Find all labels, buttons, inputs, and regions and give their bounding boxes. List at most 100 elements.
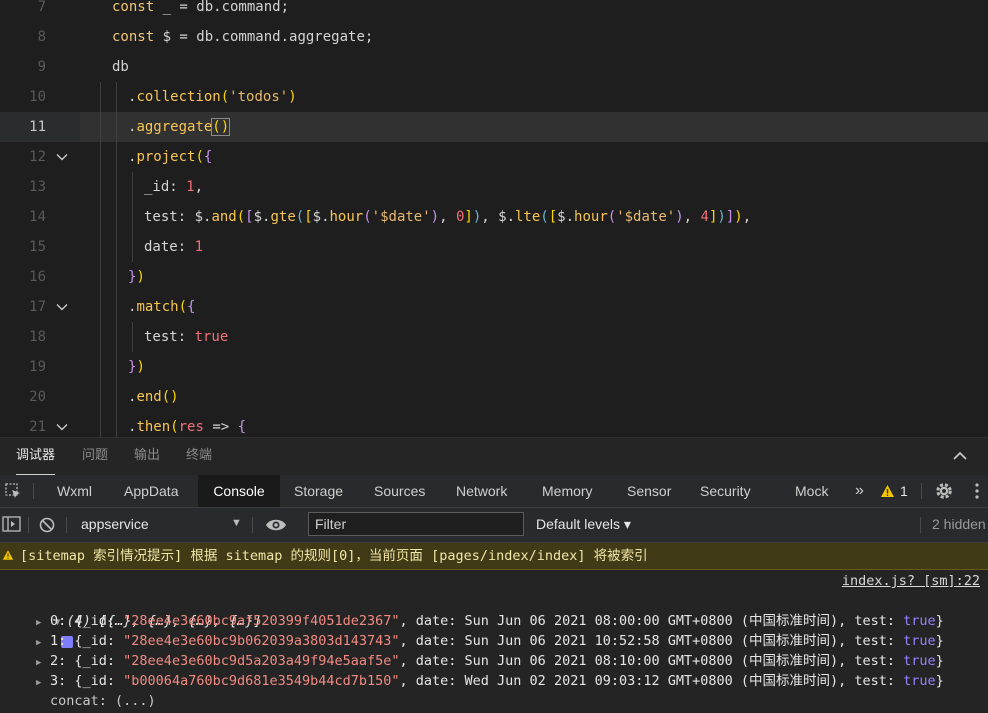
editor-line[interactable]: 12 .project({ bbox=[0, 142, 988, 172]
filter-input[interactable] bbox=[308, 512, 524, 536]
tab-memory[interactable]: Memory bbox=[542, 475, 593, 507]
editor-line[interactable]: 18 test: true bbox=[0, 322, 988, 352]
console-array-item[interactable]: ▶ 1: {_id: "28ee4e3e60bc9b062039a3803d143… bbox=[36, 631, 944, 651]
tab-problems[interactable]: 问题 bbox=[82, 438, 108, 474]
console-array-item[interactable]: ▶ 3: {_id: "b00064a760bc9d681e3549b44cd7b… bbox=[36, 671, 944, 691]
editor-line[interactable]: 19}) bbox=[0, 352, 988, 382]
context-label: appservice bbox=[81, 516, 149, 532]
code-text: }) bbox=[128, 359, 145, 375]
editor-line[interactable]: 14 test: $.and([$.gte([$.hour('$date'), 0… bbox=[0, 202, 988, 232]
indent-guide bbox=[116, 172, 117, 202]
code-editor[interactable]: 7 const _ = db.command; 8 const $ = db.comm… bbox=[0, 0, 988, 437]
eye-icon[interactable] bbox=[265, 517, 287, 536]
item-key: {_id: bbox=[74, 673, 124, 689]
tab-terminal[interactable]: 终端 bbox=[186, 438, 212, 474]
tab-security[interactable]: Security bbox=[700, 475, 751, 507]
toolbar-divider bbox=[33, 483, 34, 499]
line-number: 18 bbox=[29, 329, 46, 345]
log-levels-select[interactable]: Default levels ▾ bbox=[536, 516, 631, 533]
code-text: .project({ bbox=[128, 149, 213, 165]
indent-guide bbox=[132, 172, 133, 202]
tab-debugger[interactable]: 调试器 bbox=[16, 438, 56, 476]
console-array-item[interactable]: ▶ 0: {_id: "28ee4e3e60bc9af520399f4051de2… bbox=[36, 611, 944, 631]
warning-counter[interactable]: 1 bbox=[880, 481, 912, 501]
item-index: 1: bbox=[50, 633, 75, 649]
editor-line[interactable]: 21 .then(res => { bbox=[0, 412, 988, 437]
code-area: const _ = db.command; bbox=[80, 0, 988, 22]
fold-chevron-icon[interactable] bbox=[54, 292, 70, 322]
tab-appdata[interactable]: AppData bbox=[124, 475, 178, 507]
code-text: .match({ bbox=[128, 299, 196, 315]
editor-line[interactable]: 16}) bbox=[0, 262, 988, 292]
tab-wxml[interactable]: Wxml bbox=[57, 475, 92, 507]
gear-icon[interactable] bbox=[933, 481, 955, 501]
tab-storage[interactable]: Storage bbox=[294, 475, 343, 507]
console-array-item[interactable]: ▶ 2: {_id: "28ee4e3e60bc9d5a203a49f94e5aa… bbox=[36, 651, 944, 671]
indent-guide bbox=[100, 142, 101, 172]
item-id-value: "28ee4e3e60bc9af520399f4051de2367" bbox=[123, 613, 400, 629]
indent-guide bbox=[100, 262, 101, 292]
editor-line[interactable]: 20 .end() bbox=[0, 382, 988, 412]
kebab-menu-icon[interactable] bbox=[970, 481, 984, 501]
panel-tab-bar: 调试器 问题 输出 终端 bbox=[0, 437, 988, 476]
fold-chevron-icon[interactable] bbox=[54, 412, 70, 437]
more-tabs-button[interactable]: » bbox=[855, 475, 864, 507]
line-number: 16 bbox=[29, 269, 46, 285]
console-output: index.js? [sm]:22 ▼ (4) [{…}, {…}, {…}, {… bbox=[0, 570, 988, 713]
line-number: 13 bbox=[29, 179, 46, 195]
tab-output[interactable]: 输出 bbox=[134, 438, 160, 474]
devtools-tab-bar: Wxml AppData Console Storage Sources Net… bbox=[0, 475, 988, 508]
source-link[interactable]: index.js? [sm]:22 bbox=[842, 571, 980, 591]
toolbar-divider bbox=[920, 517, 921, 533]
code-text: test: true bbox=[144, 329, 229, 345]
array-summary-row[interactable]: ▼ (4) [{…}, {…}, {…}, {…}] bbox=[22, 591, 262, 648]
item-date: , date: Sun Jun 06 2021 08:00:00 GMT+080… bbox=[399, 613, 904, 629]
item-close: } bbox=[935, 613, 944, 629]
toolbar-divider bbox=[66, 517, 67, 533]
editor-line[interactable]: 15 date: 1 bbox=[0, 232, 988, 262]
indent-guide bbox=[100, 352, 101, 382]
expand-triangle-icon[interactable]: ▶ bbox=[36, 673, 50, 693]
chevron-up-icon[interactable] bbox=[950, 446, 970, 466]
code-text: db bbox=[112, 59, 129, 75]
fold-chevron-icon[interactable] bbox=[54, 142, 70, 172]
editor-line[interactable]: 13 _id: 1, bbox=[0, 172, 988, 202]
item-close: } bbox=[935, 673, 944, 689]
editor-line[interactable]: 8 const $ = db.command.aggregate; bbox=[0, 22, 988, 52]
line-number: 10 bbox=[29, 89, 46, 105]
indent-guide bbox=[100, 382, 101, 412]
expand-triangle-icon[interactable]: ▶ bbox=[36, 633, 50, 653]
code-area: .match({ bbox=[80, 292, 988, 322]
tab-network[interactable]: Network bbox=[456, 475, 507, 507]
tab-console[interactable]: Console bbox=[198, 475, 280, 507]
tab-sensor[interactable]: Sensor bbox=[627, 475, 671, 507]
code-area: .then(res => { bbox=[80, 412, 988, 437]
item-index: 2: bbox=[50, 653, 75, 669]
editor-line[interactable]: 10 .collection('todos') bbox=[0, 82, 988, 112]
indent-guide bbox=[116, 142, 117, 172]
warning-count: 1 bbox=[900, 483, 908, 499]
indent-guide bbox=[116, 202, 117, 232]
indent-guide bbox=[116, 322, 117, 352]
context-select[interactable]: appservice ▼ bbox=[73, 508, 248, 542]
editor-line[interactable]: 17 .match({ bbox=[0, 292, 988, 322]
tab-sources[interactable]: Sources bbox=[374, 475, 425, 507]
editor-line[interactable]: 11 .aggregate() bbox=[0, 112, 988, 142]
caret-down-icon: ▼ bbox=[231, 517, 242, 529]
tab-mock[interactable]: Mock bbox=[795, 475, 828, 507]
code-area: db bbox=[80, 52, 988, 82]
item-index: 3: bbox=[50, 673, 75, 689]
code-text: test: $.and([$.gte([$.hour('$date'), 0])… bbox=[144, 209, 752, 225]
indent-guide bbox=[116, 82, 117, 112]
line-number: 21 bbox=[29, 419, 46, 435]
editor-line[interactable]: 7 const _ = db.command; bbox=[0, 0, 988, 22]
expand-triangle-icon[interactable]: ▶ bbox=[36, 613, 50, 633]
clear-console-icon[interactable] bbox=[38, 516, 56, 537]
expand-triangle-icon[interactable]: ▶ bbox=[36, 653, 50, 673]
indent-guide bbox=[116, 412, 117, 437]
editor-line[interactable]: 9 db bbox=[0, 52, 988, 82]
line-number: 15 bbox=[29, 239, 46, 255]
sidebar-toggle-icon[interactable] bbox=[2, 515, 22, 536]
inspect-element-icon[interactable] bbox=[3, 481, 23, 501]
concat-property[interactable]: concat: (...) bbox=[50, 691, 156, 711]
